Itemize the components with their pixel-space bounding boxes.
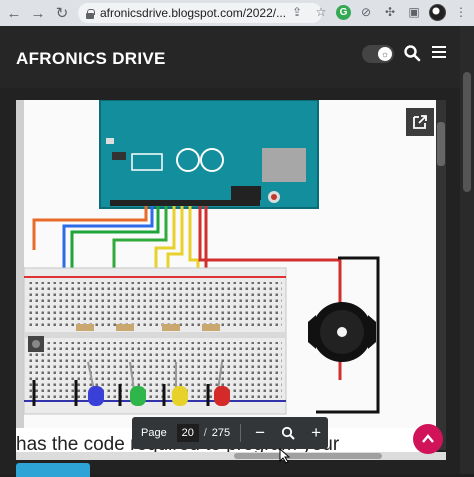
back-to-top-button[interactable] <box>413 424 443 454</box>
site-header: AFRONICS DRIVE ☼ <box>0 26 460 88</box>
zoom-magnifier-icon[interactable] <box>279 424 297 442</box>
viewer-horizontal-scrollbar[interactable] <box>16 452 446 460</box>
extension-g-icon[interactable]: G <box>336 4 351 20</box>
viewer-scrollbar[interactable] <box>436 100 446 450</box>
url-text: afronicsdrive.blogspot.com/2022/... <box>100 6 287 20</box>
more-icon[interactable]: ⋮ <box>452 3 470 21</box>
circuit-diagram-image <box>16 100 446 450</box>
zoom-out-button[interactable]: − <box>251 423 269 442</box>
extension-circle-icon[interactable]: ⊘ <box>357 3 375 21</box>
profile-avatar[interactable] <box>429 3 446 21</box>
reload-icon[interactable]: ↻ <box>52 3 72 23</box>
puzzle-icon[interactable]: ✣ <box>381 3 399 21</box>
pdf-page-image <box>16 100 446 450</box>
sidebar-icon[interactable]: ▣ <box>405 3 423 21</box>
site-logo[interactable]: AFRONICS DRIVE <box>16 49 166 69</box>
back-arrow-icon[interactable]: ← <box>4 3 24 23</box>
hamburger-menu-icon[interactable] <box>432 46 446 60</box>
share-icon[interactable]: ⇪ <box>288 3 306 21</box>
zoom-in-button[interactable]: + <box>307 423 325 442</box>
total-pages: 275 <box>211 427 231 439</box>
bottom-action-button[interactable] <box>16 463 90 477</box>
page-label: Page <box>141 427 167 439</box>
page-separator: / <box>203 427 207 439</box>
browser-toolbar: ← → ↻ afronicsdrive.blogspot.com/2022/..… <box>0 0 474 26</box>
chevron-up-icon <box>422 434 434 443</box>
mouse-cursor-icon <box>279 448 291 464</box>
open-in-new-window-icon[interactable] <box>406 108 434 136</box>
sun-icon: ☼ <box>378 47 392 61</box>
search-icon[interactable] <box>403 44 421 62</box>
page-scrollbar[interactable] <box>460 26 474 474</box>
toolbar-divider <box>240 424 242 442</box>
address-bar[interactable]: afronicsdrive.blogspot.com/2022/... <box>78 3 322 23</box>
lock-icon <box>86 8 95 19</box>
page-number-input[interactable]: 20 <box>176 424 199 442</box>
pdf-toolbar: Page 20 / 275 − + <box>132 417 328 449</box>
star-icon[interactable]: ☆ <box>312 3 330 21</box>
forward-arrow-icon[interactable]: → <box>28 3 48 23</box>
dark-mode-toggle[interactable]: ☼ <box>362 45 394 63</box>
